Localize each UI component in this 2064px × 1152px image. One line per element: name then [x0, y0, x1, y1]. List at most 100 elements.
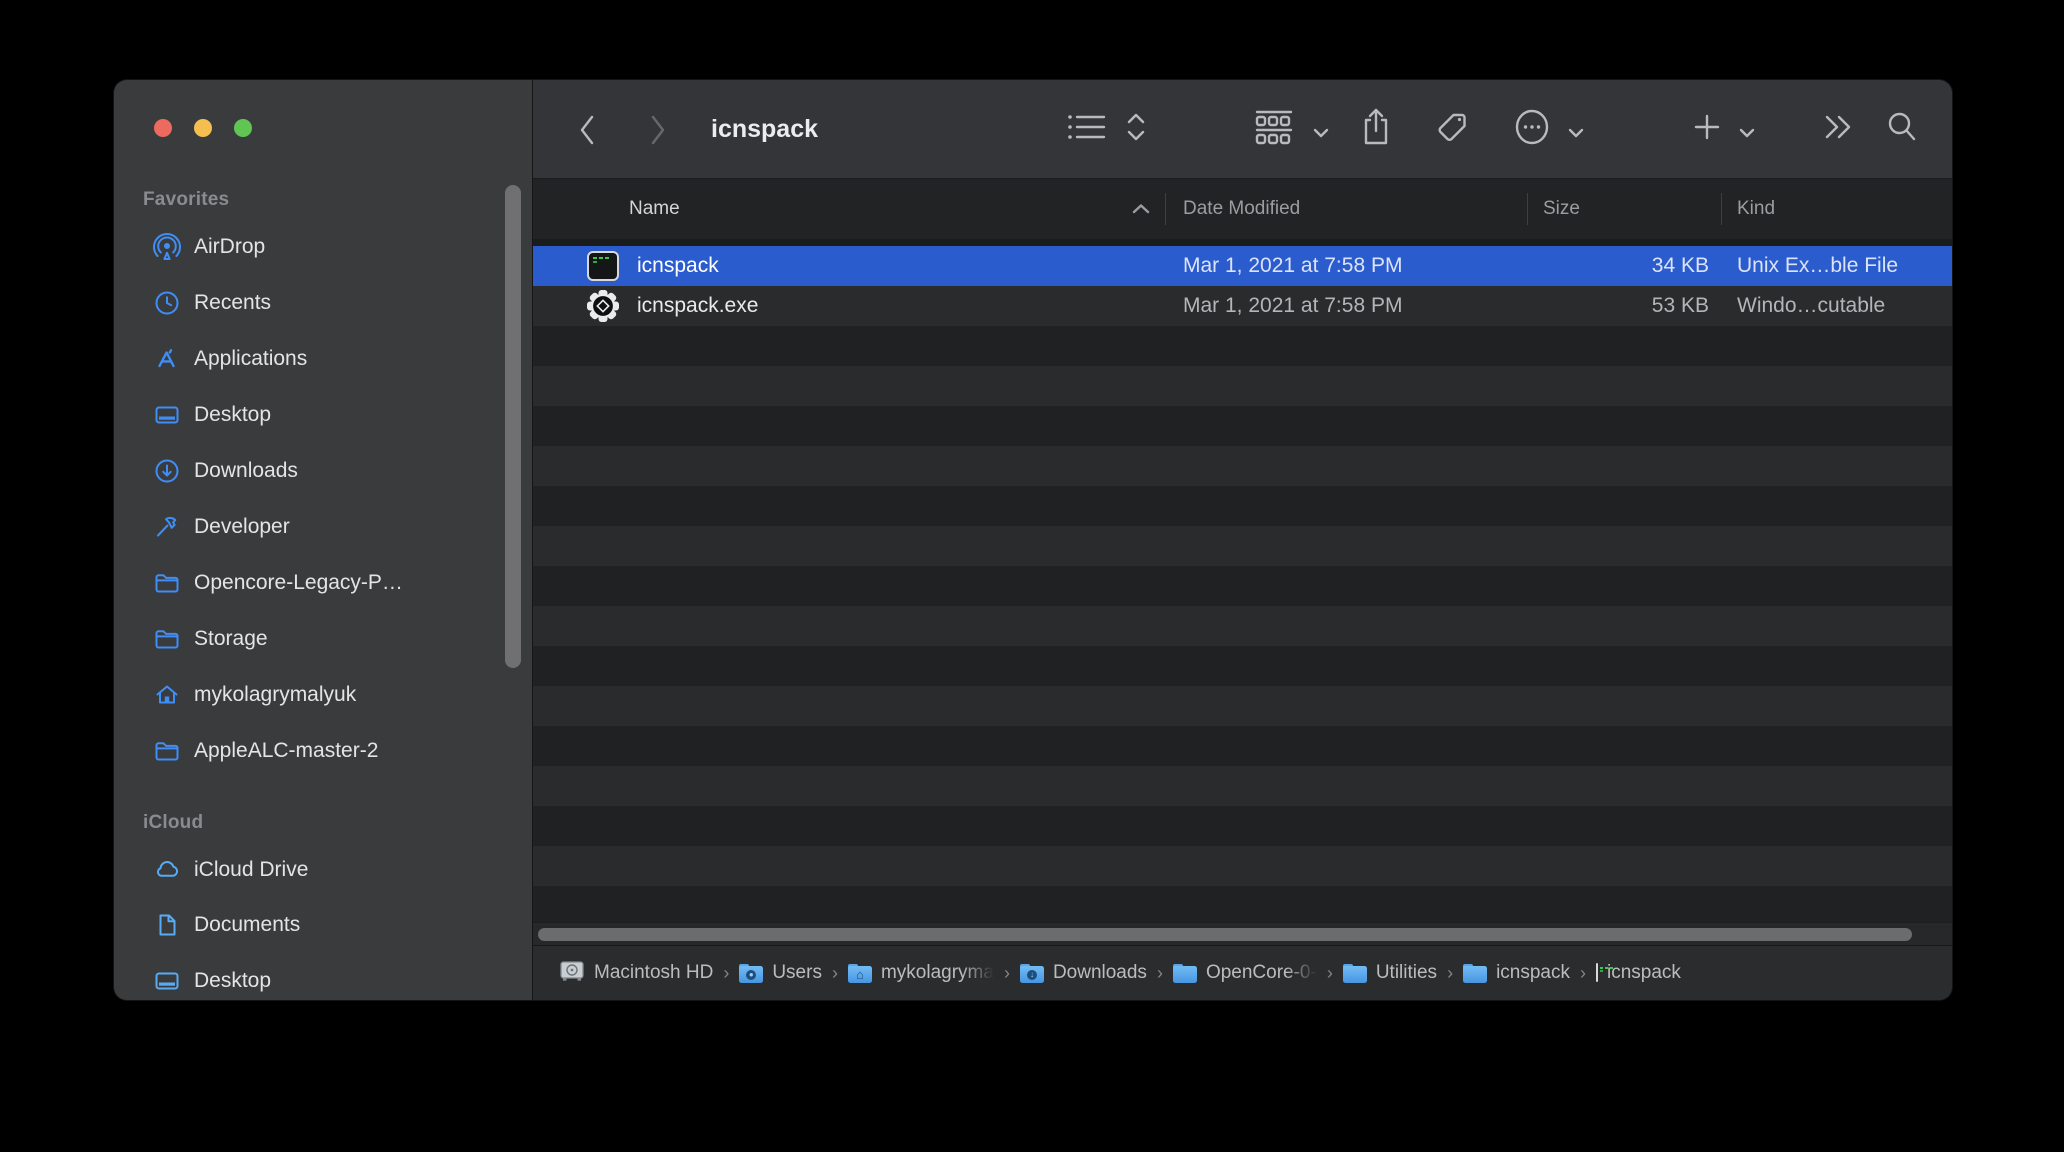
sidebar-item-label: Downloads [194, 459, 298, 482]
terminal-executable-icon [585, 246, 621, 286]
share-icon [1361, 107, 1391, 152]
breadcrumb-separator: › [1579, 962, 1586, 983]
file-size: 34 KB [1651, 254, 1709, 277]
breadcrumb-downloads[interactable]: ↓ Downloads [1019, 962, 1147, 984]
column-divider[interactable] [1527, 193, 1528, 225]
sidebar-item-applealc[interactable]: AppleALC-master-2 [114, 731, 514, 771]
sidebar-item-storage[interactable]: Storage [114, 619, 514, 659]
breadcrumb-users[interactable]: ● Users [739, 962, 822, 984]
content-area: icnspack Name Date Modified Size Kind ic… [533, 80, 1952, 1000]
sidebar-item-opencore-legacy[interactable]: Opencore-Legacy-P… [114, 563, 514, 603]
group-by-button[interactable] [1255, 80, 1329, 179]
column-header-date-modified[interactable]: Date Modified [1183, 179, 1300, 239]
sidebar-item-recents[interactable]: Recents [114, 283, 514, 323]
file-size: 53 KB [1651, 294, 1709, 317]
breadcrumb-separator: › [831, 962, 838, 983]
file-kind: Windo…cutable [1737, 294, 1886, 317]
sidebar-section-favorites: Favorites [143, 189, 230, 210]
sidebar-item-label: iCloud Drive [194, 858, 309, 881]
column-divider[interactable] [1721, 193, 1722, 225]
sidebar-scrollbar[interactable] [505, 185, 521, 668]
sidebar-item-label: Storage [194, 627, 268, 650]
search-button[interactable] [1885, 80, 1919, 179]
sidebar-item-label: Applications [194, 347, 308, 370]
sidebar-item-icloud-drive[interactable]: iCloud Drive [114, 850, 514, 890]
sidebar-item-developer[interactable]: Developer [114, 507, 514, 547]
desktop-icon [152, 966, 182, 996]
chevron-down-icon [1313, 125, 1329, 137]
more-actions-button[interactable] [1514, 80, 1584, 179]
sidebar-item-label: Recents [194, 291, 272, 314]
sidebar-item-label: Documents [194, 913, 301, 936]
path-bar: Macintosh HD › ● Users › ⌂ mykolagryma ›… [533, 945, 1952, 1000]
appstore-a-icon [152, 344, 182, 374]
sidebar-item-label: AirDrop [194, 235, 266, 258]
double-chevron-right-icon [1823, 113, 1855, 146]
clock-icon [152, 288, 182, 318]
breadcrumb-utilities[interactable]: Utilities [1342, 962, 1438, 984]
airdrop-icon [152, 232, 182, 262]
zoom-window-button[interactable] [234, 119, 252, 137]
file-row-icnspack[interactable]: icnspack Mar 1, 2021 at 7:58 PM 34 KB Un… [533, 246, 1952, 286]
forward-button[interactable] [648, 80, 668, 179]
close-window-button[interactable] [154, 119, 172, 137]
column-header-size[interactable]: Size [1543, 179, 1580, 239]
folder-icon [1463, 963, 1488, 983]
window-title: icnspack [711, 115, 819, 143]
column-divider[interactable] [1165, 193, 1166, 225]
sidebar-item-desktop-icloud[interactable]: Desktop [114, 961, 514, 1000]
chevron-down-icon [1568, 125, 1584, 137]
file-date-modified: Mar 1, 2021 at 7:58 PM [1183, 254, 1403, 277]
list-view-icon [1067, 112, 1107, 147]
sidebar-item-documents[interactable]: Documents [114, 905, 514, 945]
horizontal-scrollbar-thumb[interactable] [538, 928, 1912, 941]
chevron-down-icon [1739, 125, 1755, 137]
file-row-icnspack-exe[interactable]: icnspack.exe Mar 1, 2021 at 7:58 PM 53 K… [533, 286, 1952, 326]
sidebar-item-airdrop[interactable]: AirDrop [114, 227, 514, 267]
file-date-modified: Mar 1, 2021 at 7:58 PM [1183, 294, 1403, 317]
view-mode-button[interactable] [1067, 80, 1147, 179]
sidebar-item-desktop[interactable]: Desktop [114, 395, 514, 435]
breadcrumb-separator: › [1003, 962, 1010, 983]
breadcrumb-icnspack-folder[interactable]: icnspack [1463, 962, 1570, 984]
minimize-window-button[interactable] [194, 119, 212, 137]
breadcrumb-label: icnspack [1496, 962, 1570, 983]
breadcrumb-opencore[interactable]: OpenCore-0- [1172, 962, 1317, 984]
sidebar-item-label: Developer [194, 515, 290, 538]
sidebar-item-home[interactable]: mykolagrymalyuk [114, 675, 514, 715]
home-folder-icon: ⌂ [847, 963, 872, 983]
tags-button[interactable] [1433, 80, 1469, 179]
back-button[interactable] [577, 80, 597, 179]
sidebar: Favorites AirDrop Recents Applications D… [114, 80, 533, 1000]
breadcrumb-macintosh-hd[interactable]: Macintosh HD [559, 959, 713, 988]
column-header-name[interactable]: Name [629, 179, 680, 239]
breadcrumb-separator: › [1156, 962, 1163, 983]
sidebar-item-label: Desktop [194, 403, 272, 426]
column-header-kind[interactable]: Kind [1737, 179, 1775, 239]
list-column-headers: Name Date Modified Size Kind [533, 179, 1952, 239]
file-list: icnspack Mar 1, 2021 at 7:58 PM 34 KB Un… [533, 246, 1952, 922]
folder-icon [152, 624, 182, 654]
list-header-gap [533, 239, 1952, 246]
sidebar-item-label: AppleALC-master-2 [194, 739, 379, 762]
toolbar-overflow-button[interactable] [1823, 80, 1855, 179]
breadcrumb-separator: › [723, 962, 730, 983]
breadcrumb-home[interactable]: ⌂ mykolagryma [847, 962, 994, 984]
exe-gear-icon [585, 286, 621, 326]
breadcrumb-label: Users [772, 962, 822, 983]
tag-icon [1433, 109, 1469, 150]
new-item-button[interactable] [1693, 80, 1755, 179]
desktop-icon [152, 400, 182, 430]
sidebar-item-downloads[interactable]: Downloads [114, 451, 514, 491]
sidebar-item-applications[interactable]: Applications [114, 339, 514, 379]
document-icon [152, 910, 182, 940]
cloud-icon [152, 855, 182, 885]
file-kind: Unix Ex…ble File [1737, 254, 1899, 277]
folder-icon [1342, 963, 1367, 983]
users-folder-icon: ● [739, 963, 764, 983]
sort-ascending-icon [1131, 179, 1151, 239]
breadcrumb-icnspack-file[interactable]: icnspack [1595, 962, 1681, 984]
share-button[interactable] [1361, 80, 1391, 179]
horizontal-scrollbar-track[interactable] [533, 922, 1952, 945]
breadcrumb-label: Utilities [1375, 962, 1438, 983]
